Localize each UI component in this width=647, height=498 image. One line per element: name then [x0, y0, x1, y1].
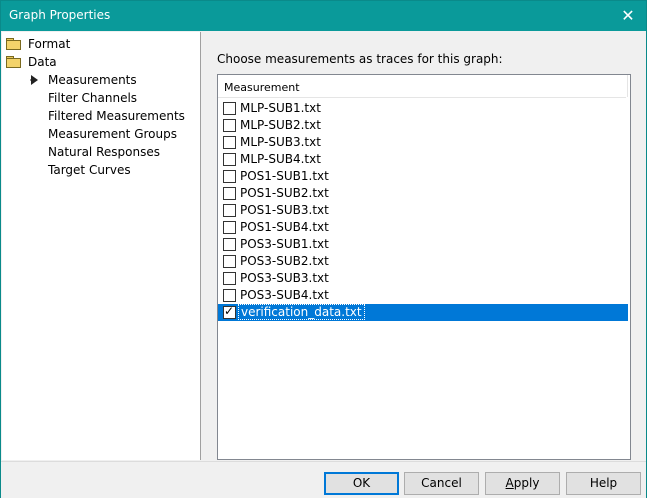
- list-header[interactable]: Measurement: [218, 75, 626, 98]
- graph-properties-dialog: Graph Properties ✕ Format Data Measureme…: [0, 0, 647, 498]
- list-item-label: POS1-SUB4.txt: [240, 220, 329, 234]
- tree-item-target-curves[interactable]: Target Curves: [48, 161, 131, 179]
- list-item[interactable]: POS3-SUB4.txt: [218, 287, 628, 304]
- list-item-label: POS1-SUB2.txt: [240, 186, 329, 200]
- close-icon[interactable]: ✕: [610, 1, 646, 31]
- checkbox[interactable]: [223, 170, 236, 183]
- list-item-label: MLP-SUB1.txt: [240, 101, 321, 115]
- window-title: Graph Properties: [9, 8, 111, 22]
- folder-icon: [6, 56, 21, 68]
- list-item-label: POS1-SUB1.txt: [240, 169, 329, 183]
- cancel-button[interactable]: Cancel: [404, 472, 479, 495]
- list-item[interactable]: POS1-SUB1.txt: [218, 168, 628, 185]
- checkmark-icon: ✓: [224, 304, 235, 318]
- checkbox[interactable]: [223, 102, 236, 115]
- checkbox[interactable]: [223, 119, 236, 132]
- instruction-text: Choose measurements as traces for this g…: [217, 52, 503, 66]
- list-item[interactable]: MLP-SUB1.txt: [218, 100, 628, 117]
- header-separator: [627, 75, 628, 97]
- checkbox[interactable]: [223, 204, 236, 217]
- list-item[interactable]: POS3-SUB2.txt: [218, 253, 628, 270]
- list-item-label: MLP-SUB3.txt: [240, 135, 321, 149]
- ok-button[interactable]: OK: [324, 472, 399, 495]
- tree-item-measurement-groups[interactable]: Measurement Groups: [48, 125, 177, 143]
- list-item-label: MLP-SUB4.txt: [240, 152, 321, 166]
- list-item-label: POS3-SUB4.txt: [240, 288, 329, 302]
- checkbox[interactable]: [223, 272, 236, 285]
- arrow-icon: [29, 71, 41, 89]
- column-header-measurement[interactable]: Measurement: [224, 81, 300, 94]
- button-bar: OK Cancel Apply Help: [1, 461, 646, 498]
- list-item[interactable]: POS1-SUB3.txt: [218, 202, 628, 219]
- checkbox[interactable]: [223, 187, 236, 200]
- tree-item-measurements[interactable]: Measurements: [2, 71, 200, 89]
- title-bar[interactable]: Graph Properties ✕: [1, 1, 646, 31]
- list-item[interactable]: MLP-SUB4.txt: [218, 151, 628, 168]
- list-item[interactable]: POS3-SUB3.txt: [218, 270, 628, 287]
- measurement-list[interactable]: Measurement MLP-SUB1.txt MLP-SUB2.txt ML…: [217, 74, 631, 460]
- property-tree: Format Data Measurements Filter Channels…: [2, 32, 201, 460]
- checkbox[interactable]: [223, 289, 236, 302]
- list-item[interactable]: POS1-SUB4.txt: [218, 219, 628, 236]
- tree-item-filter-channels[interactable]: Filter Channels: [48, 89, 137, 107]
- list-item[interactable]: POS3-SUB1.txt: [218, 236, 628, 253]
- list-item-label: POS3-SUB3.txt: [240, 271, 329, 285]
- list-item-label: POS1-SUB3.txt: [240, 203, 329, 217]
- apply-button[interactable]: Apply: [485, 472, 560, 495]
- checkbox[interactable]: [223, 221, 236, 234]
- checkbox[interactable]: [223, 153, 236, 166]
- help-button[interactable]: Help: [566, 472, 641, 495]
- apply-label-rest: pply: [513, 476, 540, 490]
- tree-item-label: Format: [28, 37, 71, 51]
- tree-item-filtered-measurements[interactable]: Filtered Measurements: [48, 107, 185, 125]
- tree-item-label: Measurements: [48, 73, 137, 87]
- list-item[interactable]: POS1-SUB2.txt: [218, 185, 628, 202]
- measurements-page: Choose measurements as traces for this g…: [203, 32, 646, 460]
- list-item-label: MLP-SUB2.txt: [240, 118, 321, 132]
- list-item[interactable]: MLP-SUB2.txt: [218, 117, 628, 134]
- folder-icon: [6, 38, 21, 50]
- checkbox[interactable]: [223, 136, 236, 149]
- list-item[interactable]: MLP-SUB3.txt: [218, 134, 628, 151]
- checkbox[interactable]: [223, 238, 236, 251]
- tree-item-label: Data: [28, 55, 57, 69]
- apply-mnemonic: A: [505, 476, 514, 490]
- list-item-label: POS3-SUB2.txt: [240, 254, 329, 268]
- checkbox[interactable]: ✓: [223, 304, 236, 319]
- list-item-label: POS3-SUB1.txt: [240, 237, 329, 251]
- list-item-selected[interactable]: ✓ verification_data.txt: [218, 304, 628, 321]
- tree-item-natural-responses[interactable]: Natural Responses: [48, 143, 160, 161]
- list-item-label: verification_data.txt: [238, 304, 365, 320]
- checkbox[interactable]: [223, 255, 236, 268]
